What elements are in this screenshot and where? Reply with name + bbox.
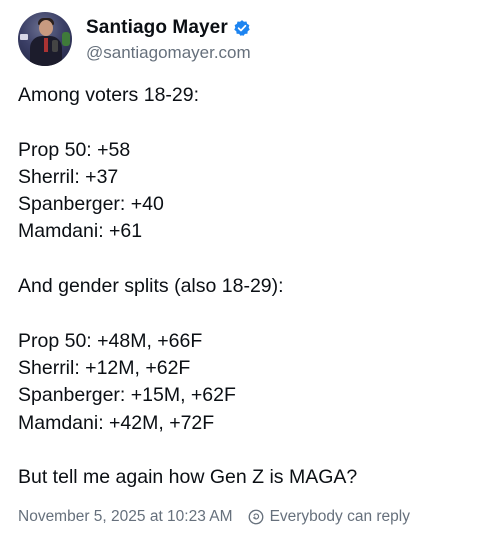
post-line: Among voters 18-29: — [18, 84, 200, 106]
author-display-name[interactable]: Santiago Mayer — [86, 17, 228, 39]
post-line: And gender splits (also 18-29): — [18, 275, 284, 298]
post-line: Sherril: +12M, +62F — [18, 356, 191, 379]
post-card: Santiago Mayer @santiagomayer.com Among … — [0, 0, 486, 540]
post-footer: November 5, 2025 at 10:23 AM Everybody c… — [18, 508, 410, 526]
post-line: Sherril: +37 — [18, 165, 119, 188]
post-line: Prop 50: +48M, +66F — [18, 329, 203, 352]
reply-settings-icon[interactable] — [247, 508, 265, 526]
post-text: Among voters 18-29: Prop 50: +58 Sherril… — [18, 82, 468, 491]
post-line: Spanberger: +40 — [18, 193, 164, 216]
post-line: Spanberger: +15M, +62F — [18, 384, 236, 407]
post-line: Mamdani: +61 — [18, 220, 143, 243]
post-line: Mamdani: +42M, +72F — [18, 411, 215, 434]
author-info: Santiago Mayer @santiagomayer.com — [86, 15, 251, 63]
post-line: But tell me again how Gen Z is MAGA? — [18, 466, 358, 489]
name-row: Santiago Mayer — [86, 15, 251, 41]
avatar[interactable] — [18, 12, 72, 66]
verified-badge-icon[interactable] — [233, 19, 251, 37]
author-handle[interactable]: @santiagomayer.com — [86, 43, 251, 63]
reply-setting-label[interactable]: Everybody can reply — [270, 508, 410, 526]
post-timestamp[interactable]: November 5, 2025 at 10:23 AM — [18, 508, 233, 526]
post-header: Santiago Mayer @santiagomayer.com — [18, 12, 251, 66]
post-line: Prop 50: +58 — [18, 138, 131, 161]
